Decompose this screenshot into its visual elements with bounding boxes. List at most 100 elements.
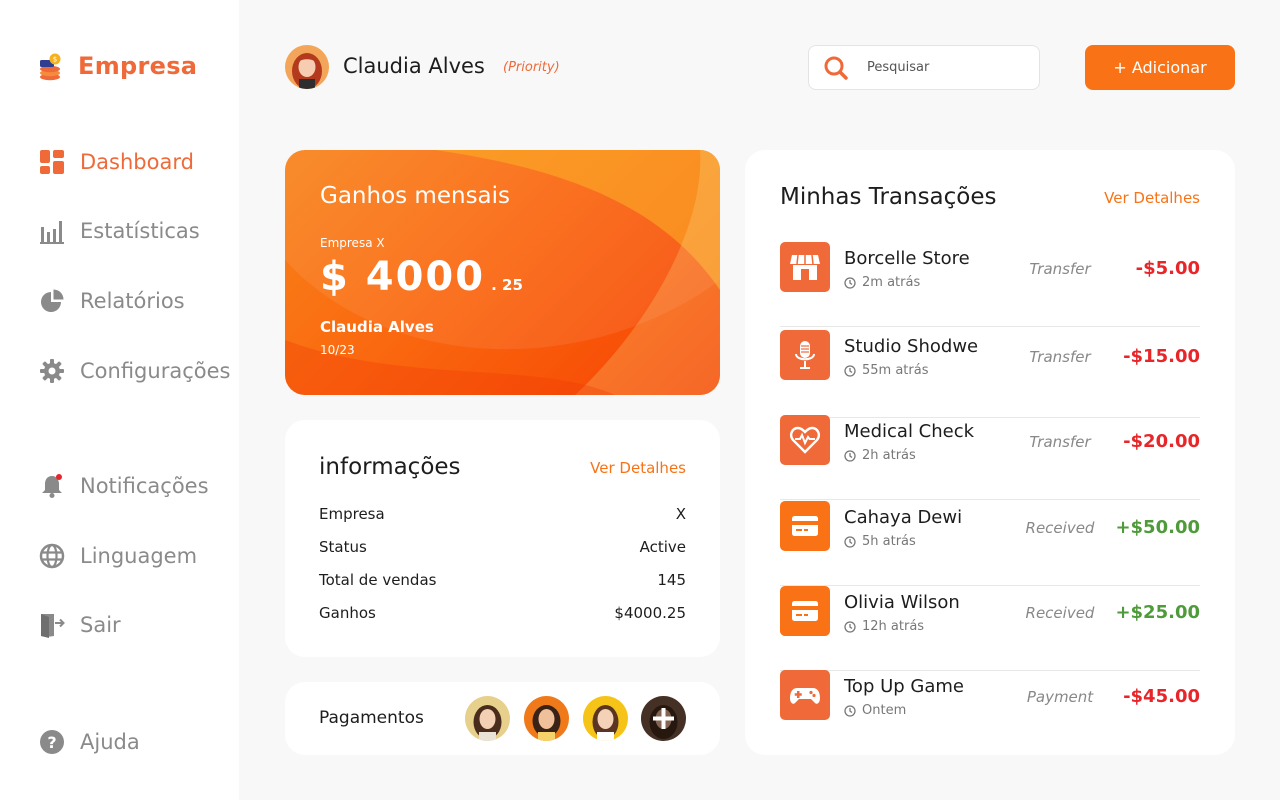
logout-icon	[38, 611, 66, 639]
info-value: X	[675, 505, 686, 523]
card-amount-cents: . 25	[491, 276, 523, 294]
search-input[interactable]	[867, 60, 1017, 75]
help-icon: ?	[38, 728, 66, 756]
transaction-name: Borcelle Store	[844, 248, 970, 269]
transaction-type: Transfer	[1029, 260, 1091, 278]
add-button[interactable]: + Adicionar	[1085, 45, 1235, 90]
info-row: Empresa X	[319, 505, 686, 523]
sidebar-item-statistics[interactable]: Estatísticas	[38, 216, 200, 246]
info-title: informações	[319, 454, 461, 480]
transaction-name: Studio Shodwe	[844, 336, 979, 357]
sidebar-item-label: Ajuda	[80, 730, 140, 754]
transaction-type: Transfer	[1029, 348, 1091, 366]
info-label: Status	[319, 538, 367, 556]
gear-icon	[38, 357, 66, 385]
add-payment-contact-button[interactable]	[641, 696, 686, 741]
gamepad-icon	[780, 670, 830, 720]
transaction-type: Transfer	[1029, 433, 1091, 451]
transaction-type: Received	[1025, 604, 1095, 622]
transaction-time-label: 55m atrás	[862, 363, 929, 378]
brand-name: Empresa	[78, 52, 198, 80]
transaction-row[interactable]: Cahaya Dewi 5h atrás Received +$50.00	[780, 501, 1200, 586]
info-row: Ganhos $4000.25	[319, 604, 686, 622]
transaction-row[interactable]: Medical Check 2h atrás Transfer -$20.00	[780, 415, 1200, 500]
payments-panel: Pagamentos	[285, 682, 720, 755]
transaction-row[interactable]: Studio Shodwe 55m atrás Transfer -$15.00	[780, 330, 1200, 418]
transaction-time-label: 5h atrás	[862, 534, 916, 549]
bar-chart-icon	[38, 217, 66, 245]
sidebar-item-reports[interactable]: Relatórios	[38, 286, 185, 316]
transaction-time: 55m atrás	[844, 363, 929, 378]
microphone-icon	[780, 330, 830, 380]
transaction-name: Top Up Game	[844, 676, 965, 697]
sidebar-item-logout[interactable]: Sair	[38, 610, 121, 640]
svg-text:$: $	[53, 56, 57, 64]
payment-contact-avatar[interactable]	[465, 696, 510, 741]
card-amount-main: $ 4000	[320, 254, 486, 300]
card-icon	[780, 501, 830, 551]
sidebar-item-language[interactable]: Linguagem	[38, 541, 197, 571]
card-title: Ganhos mensais	[320, 183, 511, 209]
card-company: Empresa X	[320, 236, 385, 250]
info-details-link[interactable]: Ver Detalhes	[590, 459, 686, 477]
sidebar-item-label: Linguagem	[80, 544, 198, 568]
transaction-time: 5h atrás	[844, 534, 916, 549]
transaction-row[interactable]: Borcelle Store 2m atrás Transfer -$5.00	[780, 242, 1200, 327]
transaction-time-label: 12h atrás	[862, 619, 925, 634]
transaction-amount: +$50.00	[1115, 517, 1200, 538]
sidebar-item-label: Sair	[80, 613, 121, 637]
divider	[780, 326, 1200, 327]
transaction-amount: -$45.00	[1123, 686, 1200, 707]
transaction-row[interactable]: Top Up Game Ontem Payment -$45.00	[780, 670, 1200, 755]
payment-contact-avatar[interactable]	[583, 696, 628, 741]
svg-text:?: ?	[47, 733, 56, 752]
sidebar-item-label: Notificações	[80, 474, 209, 498]
card-date: 10/23	[320, 343, 355, 357]
clock-icon	[844, 276, 856, 289]
card-icon	[780, 586, 830, 636]
info-label: Total de vendas	[319, 571, 437, 589]
user-name: Claudia Alves	[343, 54, 485, 78]
info-label: Empresa	[319, 505, 385, 523]
transaction-time: 2h atrás	[844, 448, 916, 463]
pie-chart-icon	[38, 287, 66, 315]
earnings-card: Ganhos mensais Empresa X $ 4000 . 25 Cla…	[285, 150, 720, 395]
transaction-time-label: 2m atrás	[862, 275, 921, 290]
transaction-row[interactable]: Olivia Wilson 12h atrás Received +$25.00	[780, 586, 1200, 671]
transaction-name: Cahaya Dewi	[844, 507, 963, 528]
clock-icon	[844, 704, 856, 717]
transactions-title: Minhas Transações	[780, 184, 997, 210]
priority-badge: (Priority)	[503, 60, 560, 75]
sidebar-item-dashboard[interactable]: Dashboard	[38, 147, 194, 177]
sidebar-item-label: Dashboard	[80, 150, 194, 174]
transaction-amount: -$5.00	[1135, 258, 1200, 279]
sidebar-item-notifications[interactable]: Notificações	[38, 471, 209, 501]
transaction-time: 12h atrás	[844, 619, 924, 634]
transaction-name: Medical Check	[844, 421, 975, 442]
info-value: $4000.25	[614, 604, 686, 622]
info-label: Ganhos	[319, 604, 376, 622]
clock-icon	[844, 364, 856, 377]
sidebar-item-settings[interactable]: Configurações	[38, 356, 230, 386]
sidebar: $ Empresa Dashboard Estatísticas Relatór…	[0, 0, 239, 800]
transactions-details-link[interactable]: Ver Detalhes	[1104, 189, 1200, 207]
transaction-name: Olivia Wilson	[844, 592, 960, 613]
sidebar-item-help[interactable]: ? Ajuda	[38, 727, 140, 757]
transaction-amount: -$20.00	[1123, 431, 1200, 452]
clock-icon	[844, 449, 856, 462]
avatar[interactable]	[285, 45, 329, 89]
info-value: 145	[657, 571, 686, 589]
transaction-time: 2m atrás	[844, 275, 920, 290]
payments-label: Pagamentos	[319, 708, 424, 728]
coins-icon: $	[40, 53, 61, 81]
search-icon	[824, 56, 848, 80]
search-box[interactable]	[808, 45, 1040, 90]
payment-contact-avatar[interactable]	[524, 696, 569, 741]
transaction-time: Ontem	[844, 703, 906, 718]
heartbeat-icon	[780, 415, 830, 465]
brand-logo[interactable]: $ Empresa	[38, 51, 197, 81]
store-icon	[780, 242, 830, 292]
dashboard-icon	[38, 148, 66, 176]
info-panel: informações Ver Detalhes Empresa X Statu…	[285, 420, 720, 657]
card-amount: $ 4000 . 25	[320, 254, 523, 300]
